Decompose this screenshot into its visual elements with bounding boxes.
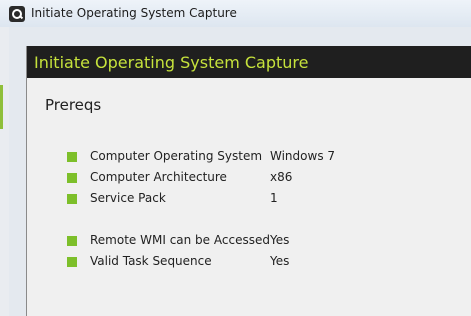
prereq-row-service-pack: Service Pack 1: [27, 190, 471, 208]
prereq-row-remote-wmi: Remote WMI can be Accessed Yes: [27, 232, 471, 250]
prereq-label: Computer Architecture: [90, 170, 227, 184]
prereq-value: Windows 7: [270, 149, 336, 163]
prereq-value: Yes: [270, 233, 290, 247]
prereqs-heading: Prereqs: [45, 96, 102, 114]
prereq-label: Service Pack: [90, 191, 166, 205]
prereq-value: Yes: [270, 254, 290, 268]
window-title: Initiate Operating System Capture: [31, 6, 237, 20]
desktop: Initiate Operating System Capture Initia…: [0, 0, 471, 316]
status-check-icon: [67, 236, 77, 246]
prereq-row-architecture: Computer Architecture x86: [27, 169, 471, 187]
status-check-icon: [67, 257, 77, 267]
prereq-row-operating-system: Computer Operating System Windows 7: [27, 148, 471, 166]
prereq-value: 1: [270, 191, 278, 205]
status-check-icon: [67, 152, 77, 162]
prereq-label: Computer Operating System: [90, 149, 263, 163]
dialog-title: Initiate Operating System Capture: [34, 53, 309, 72]
prereq-label: Valid Task Sequence: [90, 254, 212, 268]
window-titlebar[interactable]: Initiate Operating System Capture: [0, 0, 471, 28]
background-accent: [0, 85, 3, 129]
status-check-icon: [67, 173, 77, 183]
status-check-icon: [67, 194, 77, 204]
prereq-value: x86: [270, 170, 293, 184]
app-icon: [9, 6, 25, 22]
prereq-label: Remote WMI can be Accessed: [90, 233, 270, 247]
prereq-row-task-sequence: Valid Task Sequence Yes: [27, 253, 471, 271]
dialog-header: Initiate Operating System Capture: [27, 46, 471, 78]
capture-dialog: Initiate Operating System Capture Prereq…: [26, 46, 471, 316]
